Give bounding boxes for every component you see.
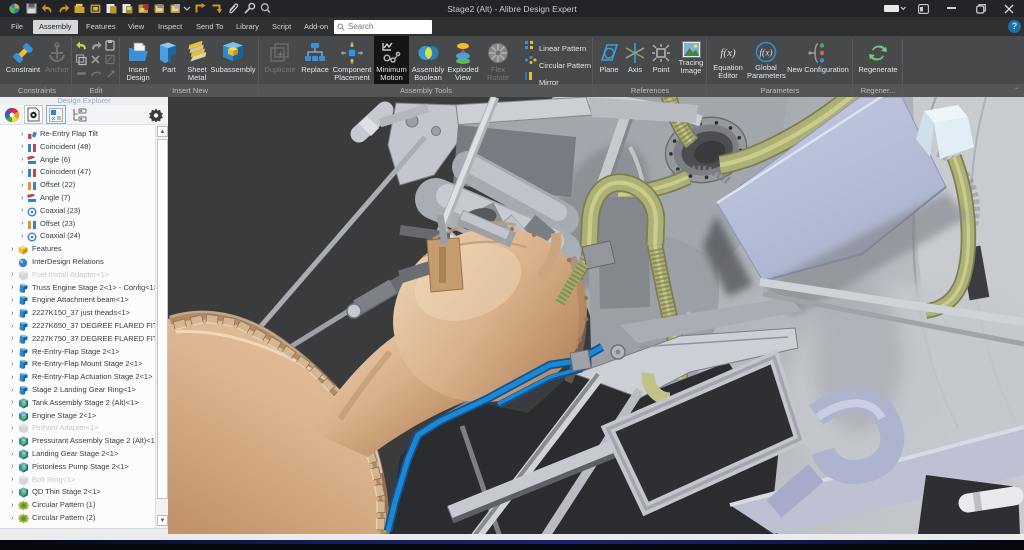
svg-text:f(x): f(x) — [759, 48, 772, 59]
svg-text:f(x): f(x) — [720, 47, 736, 59]
